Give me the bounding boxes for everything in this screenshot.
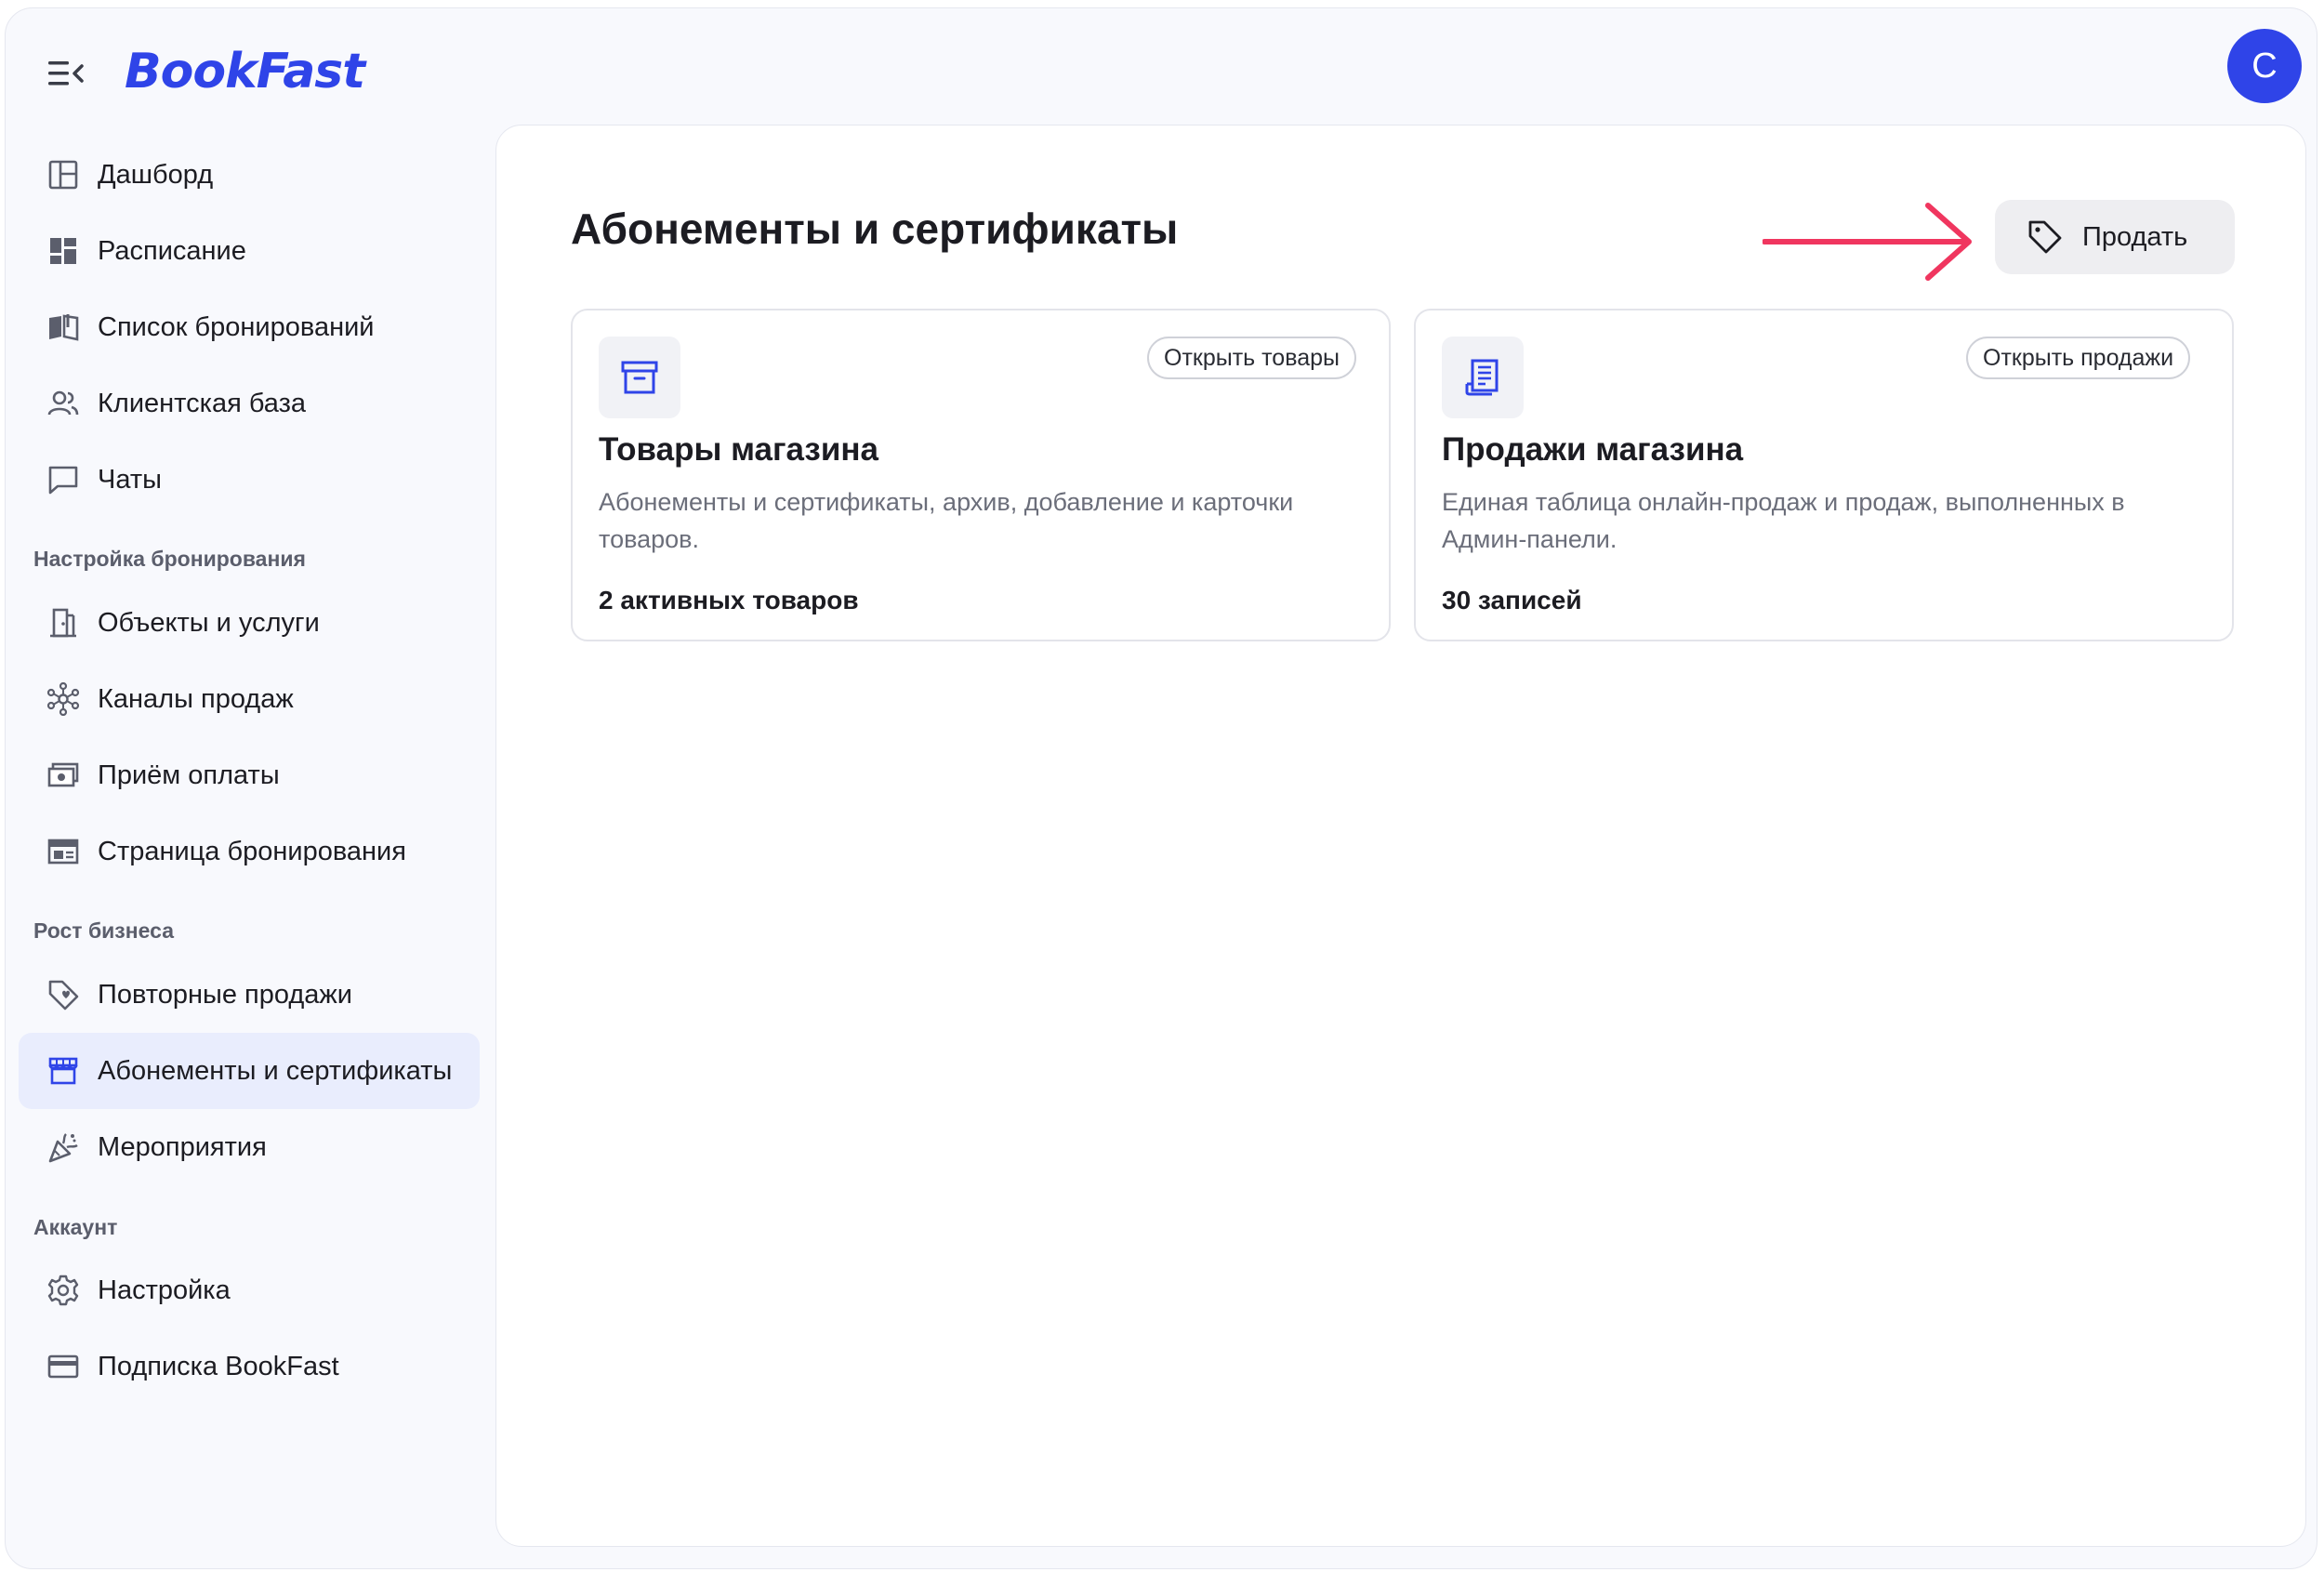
sell-button[interactable]: Продать — [1995, 200, 2235, 274]
door-icon — [45, 604, 82, 641]
open-sales-button[interactable]: Открыть продажи — [1966, 337, 2191, 379]
top-bar: BookFast C — [6, 8, 2317, 125]
sidebar-item-label: Страница бронирования — [98, 836, 406, 866]
section-heading-booking: Настройка бронирования — [33, 547, 306, 571]
credit-card-icon — [45, 1348, 82, 1385]
section-heading-growth: Рост бизнеса — [33, 918, 174, 943]
card-count: 2 активных товаров — [599, 586, 859, 614]
network-icon — [45, 680, 82, 718]
sidebar-item-label: Список бронирований — [98, 311, 375, 342]
collapse-menu-button[interactable] — [46, 53, 86, 94]
menu-collapse-icon — [48, 61, 84, 86]
gear-icon — [45, 1272, 82, 1309]
tag-heart-icon — [45, 976, 82, 1013]
sidebar-item-settings[interactable]: Настройка — [19, 1252, 480, 1328]
sidebar-item-label: Чаты — [98, 464, 162, 495]
sidebar-item-booking-page[interactable]: Страница бронирования — [19, 813, 480, 890]
receipt-icon — [1465, 359, 1499, 396]
sidebar-item-schedule[interactable]: Расписание — [19, 213, 480, 289]
store-sales-card[interactable]: Открыть продажи Продажи магазина Единая … — [1414, 309, 2234, 641]
open-products-button[interactable]: Открыть товары — [1147, 337, 1356, 379]
page-title: Абонементы и сертификаты — [571, 205, 1179, 253]
chat-icon — [45, 461, 82, 498]
sidebar-item-label: Объекты и услуги — [98, 607, 320, 638]
schedule-icon — [45, 232, 82, 270]
sidebar-item-subscriptions[interactable]: Абонементы и сертификаты — [19, 1033, 480, 1109]
card-icon-container — [1442, 337, 1524, 418]
party-icon — [45, 1129, 82, 1166]
sidebar-item-label: Расписание — [98, 235, 246, 266]
sidebar-item-label: Мероприятия — [98, 1131, 267, 1162]
store-products-card[interactable]: Открыть товары Товары магазина Абонемент… — [571, 309, 1391, 641]
sidebar-item-label: Приём оплаты — [98, 760, 280, 790]
sidebar-item-dashboard[interactable]: Дашборд — [19, 137, 480, 213]
dashboard-icon — [45, 156, 82, 193]
sidebar-item-sales-channels[interactable]: Каналы продаж — [19, 661, 480, 737]
card-description: Единая таблица онлайн-продаж и продаж, в… — [1442, 488, 2125, 553]
card-description: Абонементы и сертификаты, архив, добавле… — [599, 488, 1294, 553]
sidebar-item-label: Подписка BookFast — [98, 1351, 339, 1381]
payment-icon — [45, 757, 82, 794]
sidebar-item-events[interactable]: Мероприятия — [19, 1109, 480, 1185]
sidebar-item-objects[interactable]: Объекты и услуги — [19, 585, 480, 661]
sidebar-item-label: Каналы продаж — [98, 683, 294, 714]
sidebar-item-chats[interactable]: Чаты — [19, 442, 480, 518]
sidebar-item-repeat-sales[interactable]: Повторные продажи — [19, 957, 480, 1033]
sidebar-item-subscription-plan[interactable]: Подписка BookFast — [19, 1328, 480, 1405]
sidebar-item-label: Повторные продажи — [98, 979, 352, 1010]
card-count: 30 записей — [1442, 586, 1582, 614]
user-avatar[interactable]: C — [2227, 29, 2302, 103]
card-title: Продажи магазина — [1442, 431, 1744, 468]
book-icon — [45, 309, 82, 346]
sidebar-item-label: Настройка — [98, 1275, 231, 1305]
annotation-arrow — [1763, 203, 1972, 281]
tag-icon — [2028, 220, 2062, 254]
app-window: BookFast C Дашборд Расписание Список бро… — [5, 7, 2317, 1569]
sidebar-item-label: Дашборд — [98, 159, 214, 190]
sell-button-label: Продать — [2082, 221, 2188, 252]
card-title: Товары магазина — [599, 431, 878, 468]
page-icon — [45, 833, 82, 870]
main-panel: Абонементы и сертификаты Продать Открыть… — [495, 125, 2306, 1547]
sidebar-item-bookings[interactable]: Список бронирований — [19, 289, 480, 365]
sidebar-item-label: Клиентская база — [98, 388, 306, 418]
card-icon-container — [599, 337, 680, 418]
store-icon — [45, 1052, 82, 1090]
bookfast-logo[interactable]: BookFast — [125, 44, 365, 99]
sidebar: Дашборд Расписание Список бронирований К… — [6, 125, 498, 1568]
section-heading-account: Аккаунт — [33, 1215, 118, 1239]
archive-box-icon — [621, 361, 658, 394]
users-icon — [45, 385, 82, 422]
sidebar-item-clients[interactable]: Клиентская база — [19, 365, 480, 442]
sidebar-item-label: Абонементы и сертификаты — [98, 1055, 453, 1086]
sidebar-item-payment[interactable]: Приём оплаты — [19, 737, 480, 813]
